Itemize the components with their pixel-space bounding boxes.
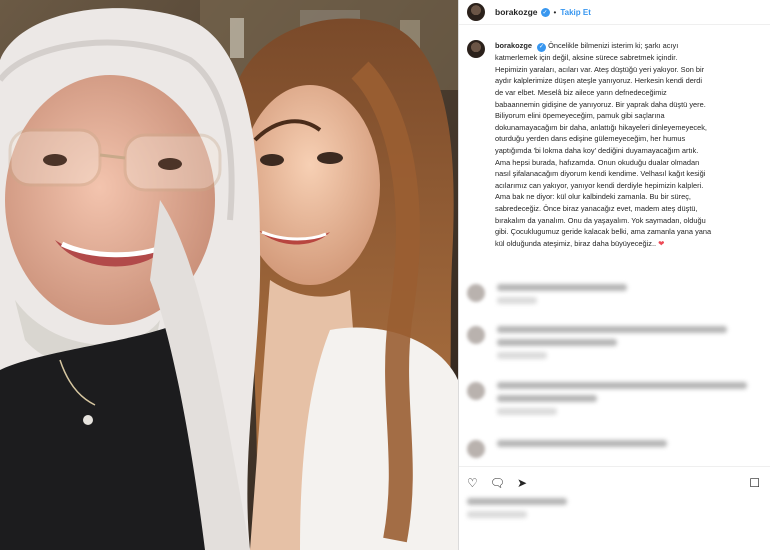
caption-line-3: aydır kalplerimize düşen ateşle yanıyoru… bbox=[495, 76, 703, 86]
caption-line-10: Ama hepsi burada, hafızamda. Onun okuduğ… bbox=[495, 157, 700, 167]
comment-avatar[interactable] bbox=[467, 284, 485, 302]
caption-line-1: katmerlemek için değil, aksine sürece sa… bbox=[495, 53, 678, 63]
comment-item[interactable] bbox=[467, 382, 747, 421]
comment-avatar[interactable] bbox=[467, 440, 485, 458]
comment-blurred-text bbox=[497, 339, 617, 346]
separator-dot: • bbox=[553, 7, 557, 17]
verified-badge-icon: ✓ bbox=[540, 7, 550, 17]
verified-badge-icon: ✓ bbox=[537, 43, 547, 53]
caption-line-11: nasıl şifalanacağım diyorum kendi kendim… bbox=[495, 169, 706, 179]
caption-line-6: Biliyorum elini öpemeyeceğim, pamuk gibi… bbox=[495, 111, 665, 121]
caption-line-13: Ama bak ne diyor: kül olur kalbindeki za… bbox=[495, 192, 691, 202]
comment-avatar[interactable] bbox=[467, 326, 485, 344]
post-sidebar: borakozge ✓ • Takip Et borakozge ✓ Öncel… bbox=[458, 0, 770, 550]
caption-line-8: oturduğu yerden dans edişine gülemeyeceğ… bbox=[495, 134, 686, 144]
caption-text: borakozge ✓ Öncelikle bilmenizi isterim … bbox=[495, 40, 711, 249]
caption-username[interactable]: borakozge bbox=[495, 41, 532, 50]
heart-outline-icon[interactable]: ♡ bbox=[467, 476, 478, 490]
comment-item[interactable] bbox=[467, 284, 627, 310]
caption-line-16: gibi. Çocuklugumuz geride kalacak belki,… bbox=[495, 227, 712, 237]
post-header: borakozge ✓ • Takip Et bbox=[459, 0, 770, 25]
comment-blurred-meta bbox=[497, 352, 547, 359]
comment-icon[interactable]: 🗨 bbox=[490, 476, 505, 490]
caption-line-4: de var elbet. Meselâ biz ailece yarın de… bbox=[495, 88, 667, 98]
follow-button[interactable]: Takip Et bbox=[560, 8, 591, 17]
comment-blurred-text bbox=[497, 382, 747, 389]
caption-line-12: acılarımız can yakıyor, yanıyor kendi de… bbox=[495, 180, 704, 190]
comment-blurred-text bbox=[497, 326, 727, 333]
heart-emoji-icon: ❤ bbox=[658, 238, 665, 248]
caption-avatar[interactable] bbox=[467, 40, 485, 58]
actions-divider bbox=[459, 466, 770, 467]
caption-line-9: yaptığımda 'bi lokma daha koy' dediğini … bbox=[495, 146, 699, 156]
caption-line-15: bırakalım da yanalım. Onu da yaşayalım. … bbox=[495, 215, 706, 225]
comment-blurred-text bbox=[497, 395, 597, 402]
caption-line-0: Öncelikle bilmenizi isterim ki; şarkı ac… bbox=[548, 41, 679, 50]
post-photo[interactable] bbox=[0, 0, 458, 550]
comment-blurred-text bbox=[497, 284, 627, 291]
caption-line-14: sabredeceğiz. Önce biraz yanacağız evet,… bbox=[495, 204, 698, 214]
likes-blurred-text bbox=[467, 498, 567, 505]
post-caption: borakozge ✓ Öncelikle bilmenizi isterim … bbox=[467, 40, 763, 249]
comment-blurred-meta bbox=[497, 297, 537, 304]
instagram-post: borakozge ✓ • Takip Et borakozge ✓ Öncel… bbox=[0, 0, 770, 550]
bookmark-icon[interactable]: ☐ bbox=[749, 476, 760, 490]
share-icon[interactable]: ➤ bbox=[517, 476, 527, 490]
caption-line-2: Hepimizin yaraları, acıları var. Ateş dü… bbox=[495, 64, 705, 74]
caption-line-7: dokunamayacağım bir daha, anlattığı hika… bbox=[495, 122, 707, 132]
timestamp-blurred bbox=[467, 511, 527, 518]
comment-blurred-meta bbox=[497, 408, 557, 415]
comment-item[interactable] bbox=[467, 326, 727, 365]
author-avatar[interactable] bbox=[467, 3, 485, 21]
author-username[interactable]: borakozge bbox=[495, 7, 538, 17]
caption-line-5: babaannemin gidişine de yanıyoruz. Bir y… bbox=[495, 99, 706, 109]
comment-item[interactable] bbox=[467, 440, 667, 458]
post-actions: ♡ 🗨 ➤ bbox=[467, 476, 527, 490]
selfie-image bbox=[0, 0, 458, 550]
comment-avatar[interactable] bbox=[467, 382, 485, 400]
caption-line-17: kül olduğunda ateşimiz, biraz daha büyüy… bbox=[495, 238, 657, 248]
likes-count-blurred bbox=[467, 498, 567, 524]
comment-blurred-text bbox=[497, 440, 667, 447]
